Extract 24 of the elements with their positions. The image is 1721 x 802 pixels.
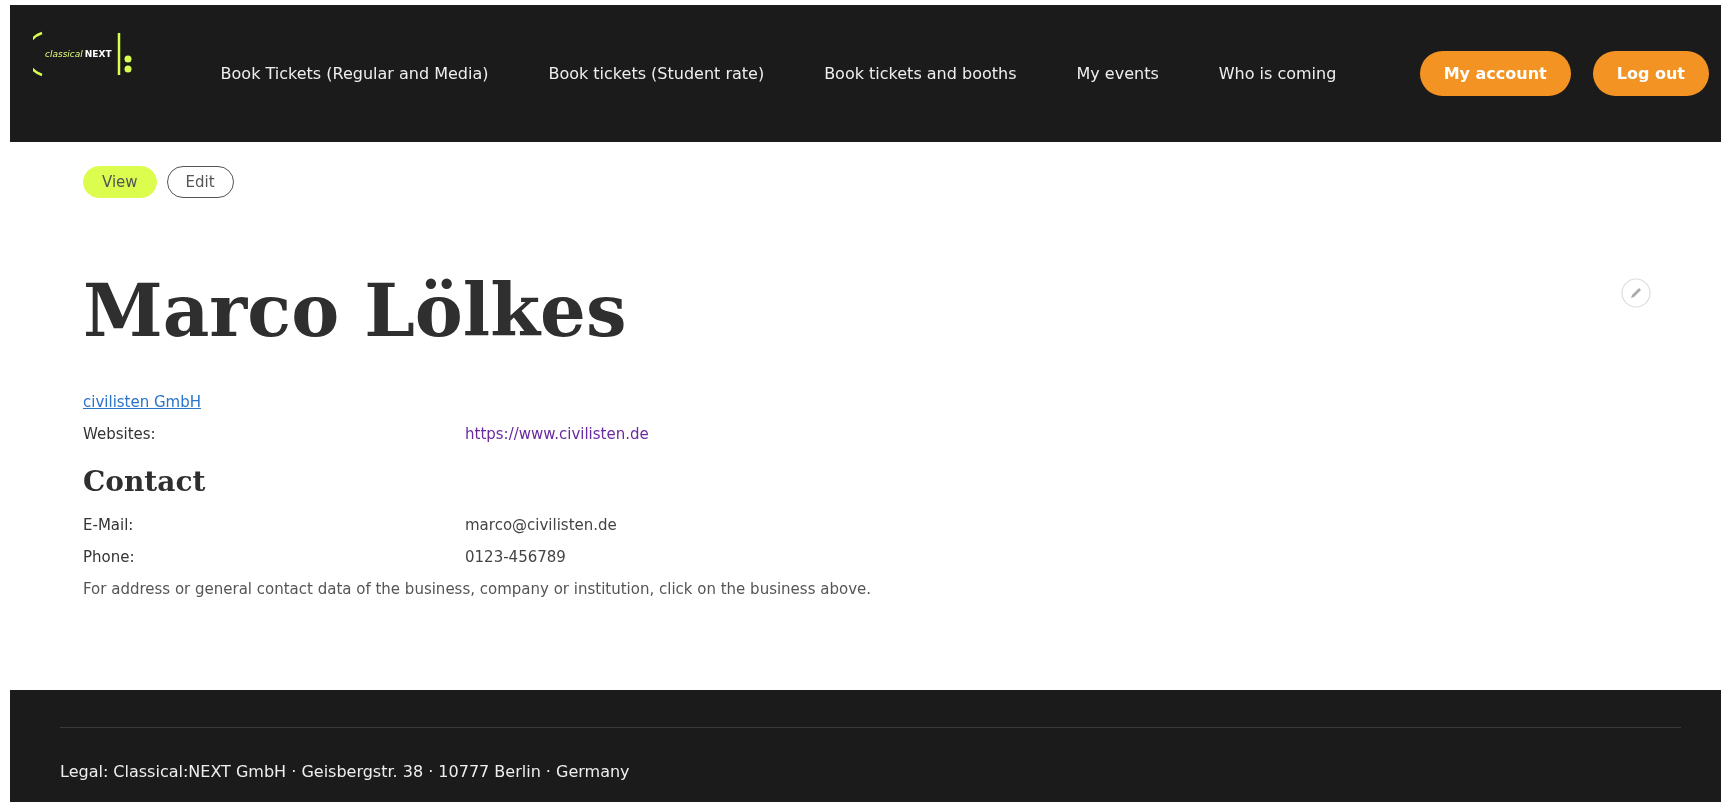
section-heading: Contact xyxy=(83,465,207,498)
logo[interactable]: classical NEXT xyxy=(33,30,134,77)
edit-pencil-icon[interactable] xyxy=(1621,278,1651,308)
field-label: Websites: xyxy=(83,425,157,443)
nav-link[interactable]: Who is coming xyxy=(1218,64,1337,83)
nav-link[interactable]: Book Tickets (Regular and Media) xyxy=(220,64,489,83)
tab[interactable]: View xyxy=(83,166,157,198)
logo-text: NEXT xyxy=(84,48,112,59)
person-name: Marco Lölkes xyxy=(83,268,627,353)
logo-bar-icon xyxy=(115,30,134,77)
field-label: E-Mail: xyxy=(83,516,135,534)
field-value: marco@civilisten.de xyxy=(465,516,617,534)
company-link[interactable]: civilisten GmbH xyxy=(83,393,202,411)
nav-link[interactable]: Book tickets and booths xyxy=(824,64,1017,83)
website-link[interactable]: https://www.civilisten.de xyxy=(465,425,649,443)
contact-note: For address or general contact data of the business, company or institution, click on the business above. xyxy=(83,580,872,598)
logo-arc-icon xyxy=(33,30,43,77)
legal-text: Legal: Classical:NEXT GmbH · Geisbergstr. 38 · 10777 Berlin · Germany xyxy=(60,762,631,781)
field-value: 0123-456789 xyxy=(465,548,566,566)
nav-link[interactable]: My events xyxy=(1076,64,1159,83)
nav-link[interactable]: Book tickets (Student rate) xyxy=(548,64,765,83)
logo-text: classical xyxy=(45,48,83,59)
tab[interactable]: Edit xyxy=(166,166,234,198)
field-label: Phone: xyxy=(83,548,136,566)
